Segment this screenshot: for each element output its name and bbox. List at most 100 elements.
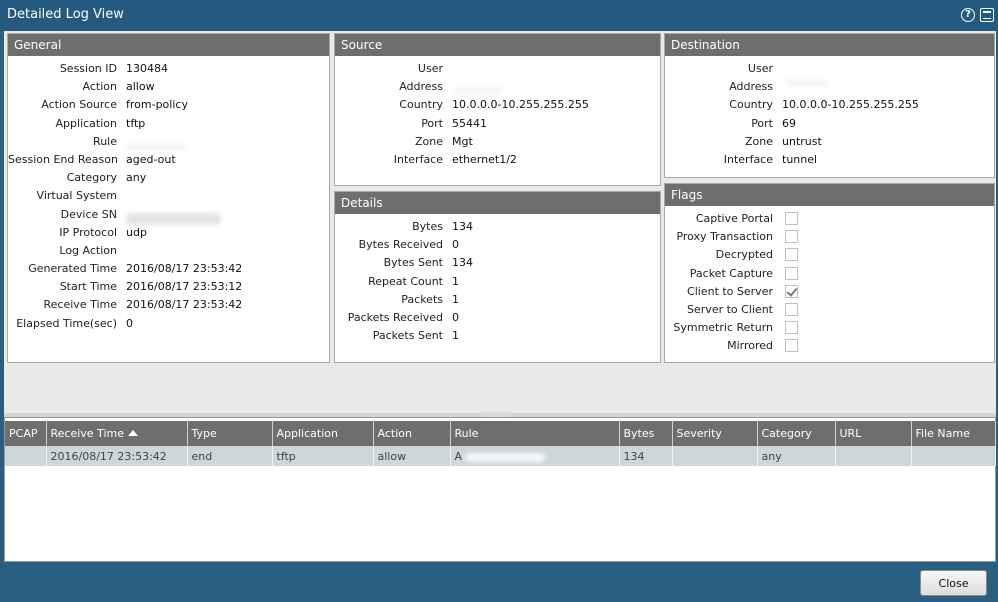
destination-heading: Destination bbox=[665, 34, 994, 56]
table-cell bbox=[672, 446, 758, 466]
details-field-label: Repeat Count bbox=[368, 274, 443, 288]
details-field-row: Bytes 134 bbox=[335, 220, 660, 238]
general-field-row: Category any bbox=[8, 171, 329, 189]
destination-field-value: 10.0.0.0-10.255.255.255 bbox=[782, 98, 919, 112]
flag-label: Client to Server bbox=[687, 284, 773, 298]
general-field-row: Receive Time 2016/08/17 23:53:42 bbox=[8, 298, 329, 316]
source-field-row: User bbox=[335, 62, 660, 80]
general-field-row: Log Action bbox=[8, 244, 329, 262]
destination-panel: Destination User Address Country 10.0.0.0-1… bbox=[664, 33, 995, 178]
flag-checkbox[interactable] bbox=[785, 212, 798, 225]
source-field-value: 10.0.0.0-10.255.255.255 bbox=[452, 98, 589, 112]
flag-checkbox[interactable] bbox=[785, 339, 798, 353]
general-field-value: any bbox=[126, 171, 147, 185]
column-header[interactable]: Action bbox=[373, 421, 451, 446]
redacted-device-sn bbox=[126, 213, 221, 225]
details-field-label: Bytes bbox=[412, 220, 443, 233]
general-field-row: Action Source from-policy bbox=[8, 98, 329, 116]
flag-row: Server to Client bbox=[665, 302, 994, 321]
flag-label: Symmetric Return bbox=[673, 321, 773, 335]
general-field-label: Rule bbox=[93, 134, 117, 148]
column-header[interactable]: Receive Time bbox=[46, 421, 188, 446]
source-field-label: Zone bbox=[414, 134, 443, 148]
details-field-value: 134 bbox=[452, 220, 473, 233]
flag-row: Packet Capture bbox=[665, 266, 994, 285]
redacted-source-address bbox=[454, 86, 504, 94]
column-header-label: Receive Time bbox=[50, 427, 124, 440]
table-cell bbox=[835, 446, 912, 466]
flags-list: Captive Portal Proxy Transaction Decrypted… bbox=[665, 206, 994, 358]
general-heading: General bbox=[8, 34, 329, 56]
details-field-row: Repeat Count 1 bbox=[335, 275, 660, 293]
column-header[interactable]: Bytes bbox=[619, 421, 673, 446]
flags-heading: Flags bbox=[665, 184, 994, 206]
general-field-label: IP Protocol bbox=[59, 225, 117, 239]
flag-row: Decrypted bbox=[665, 248, 994, 266]
source-field-row: Port 55441 bbox=[335, 117, 660, 135]
general-field-value: aged-out bbox=[126, 152, 176, 166]
close-button[interactable]: Close bbox=[920, 570, 987, 596]
table-cell: allow bbox=[373, 446, 451, 466]
flag-checkbox[interactable] bbox=[785, 248, 798, 262]
column-header-label: Category bbox=[761, 427, 812, 440]
source-panel: Source User Address Country 10.0.0.0-10.255… bbox=[334, 33, 661, 186]
general-field-value: allow bbox=[126, 80, 155, 94]
general-field-row: Action allow bbox=[8, 80, 329, 98]
general-field-row: Session ID 130484 bbox=[8, 62, 329, 80]
destination-fields: User Address Country 10.0.0.0-10.255.255.25… bbox=[665, 56, 994, 171]
general-field-label: Start Time bbox=[59, 280, 117, 294]
general-field-row: Start Time 2016/08/17 23:53:12 bbox=[8, 280, 329, 298]
column-header[interactable]: Severity bbox=[672, 421, 758, 446]
general-field-label: Action Source bbox=[41, 98, 117, 112]
detail-area: General Session ID 130484 Action allow Actio… bbox=[4, 31, 996, 413]
table-cell: end bbox=[187, 446, 273, 466]
general-field-row: Virtual System bbox=[8, 189, 329, 207]
general-field-label: Receive Time bbox=[43, 298, 117, 312]
maximize-icon[interactable] bbox=[980, 8, 994, 22]
flag-label: Decrypted bbox=[715, 248, 773, 262]
destination-field-label: Interface bbox=[723, 152, 773, 166]
source-field-value: 55441 bbox=[452, 116, 487, 130]
column-header[interactable]: PCAP bbox=[5, 421, 47, 446]
general-fields: Session ID 130484 Action allow Action Source… bbox=[8, 56, 329, 335]
general-field-row: Application tftp bbox=[8, 117, 329, 135]
help-icon[interactable]: ? bbox=[961, 8, 975, 22]
general-panel: General Session ID 130484 Action allow Actio… bbox=[7, 33, 330, 363]
column-header[interactable]: Type bbox=[187, 421, 273, 446]
destination-field-label: Country bbox=[729, 98, 773, 112]
flag-checkbox[interactable] bbox=[785, 284, 798, 298]
details-field-value: 1 bbox=[452, 292, 459, 306]
general-field-row: IP Protocol udp bbox=[8, 226, 329, 244]
sort-ascending-icon[interactable] bbox=[127, 430, 138, 436]
log-table-area: PCAP Receive Time Type Application Action Rul… bbox=[4, 417, 996, 562]
source-field-value: Mgt bbox=[452, 134, 473, 148]
general-field-label: Application bbox=[55, 116, 117, 130]
column-header[interactable]: URL bbox=[835, 421, 912, 446]
flag-checkbox[interactable] bbox=[785, 302, 798, 316]
column-header[interactable]: Category bbox=[757, 421, 836, 446]
flag-checkbox[interactable] bbox=[785, 321, 798, 335]
column-header-label: Action bbox=[377, 427, 412, 440]
general-field-label: Generated Time bbox=[28, 262, 117, 276]
details-field-value: 1 bbox=[452, 329, 459, 343]
column-header[interactable]: Rule bbox=[450, 421, 620, 446]
column-header[interactable]: File Name bbox=[911, 421, 996, 446]
details-field-value: 1 bbox=[452, 274, 459, 288]
details-field-value: 0 bbox=[452, 310, 459, 324]
flag-checkbox[interactable] bbox=[785, 266, 798, 280]
general-field-row: Elapsed Time(sec) 0 bbox=[8, 317, 329, 335]
column-header-label: Type bbox=[191, 427, 217, 440]
general-field-label: Category bbox=[66, 171, 117, 185]
destination-field-label: Address bbox=[729, 80, 773, 94]
details-field-label: Bytes Sent bbox=[383, 256, 443, 270]
details-field-value: 0 bbox=[452, 238, 459, 252]
title-bar: Detailed Log View ? bbox=[0, 0, 998, 31]
destination-field-row: Zone untrust bbox=[665, 135, 994, 153]
destination-field-row: Port 69 bbox=[665, 117, 994, 135]
source-field-row: Interface ethernet1/2 bbox=[335, 153, 660, 171]
details-field-label: Bytes Received bbox=[358, 238, 443, 252]
column-header[interactable]: Application bbox=[272, 421, 374, 446]
details-fields: Bytes 134 Bytes Received 0 Bytes Sent 134 Repe… bbox=[335, 214, 660, 347]
flag-checkbox[interactable] bbox=[785, 230, 798, 244]
destination-field-label: Port bbox=[751, 116, 773, 130]
